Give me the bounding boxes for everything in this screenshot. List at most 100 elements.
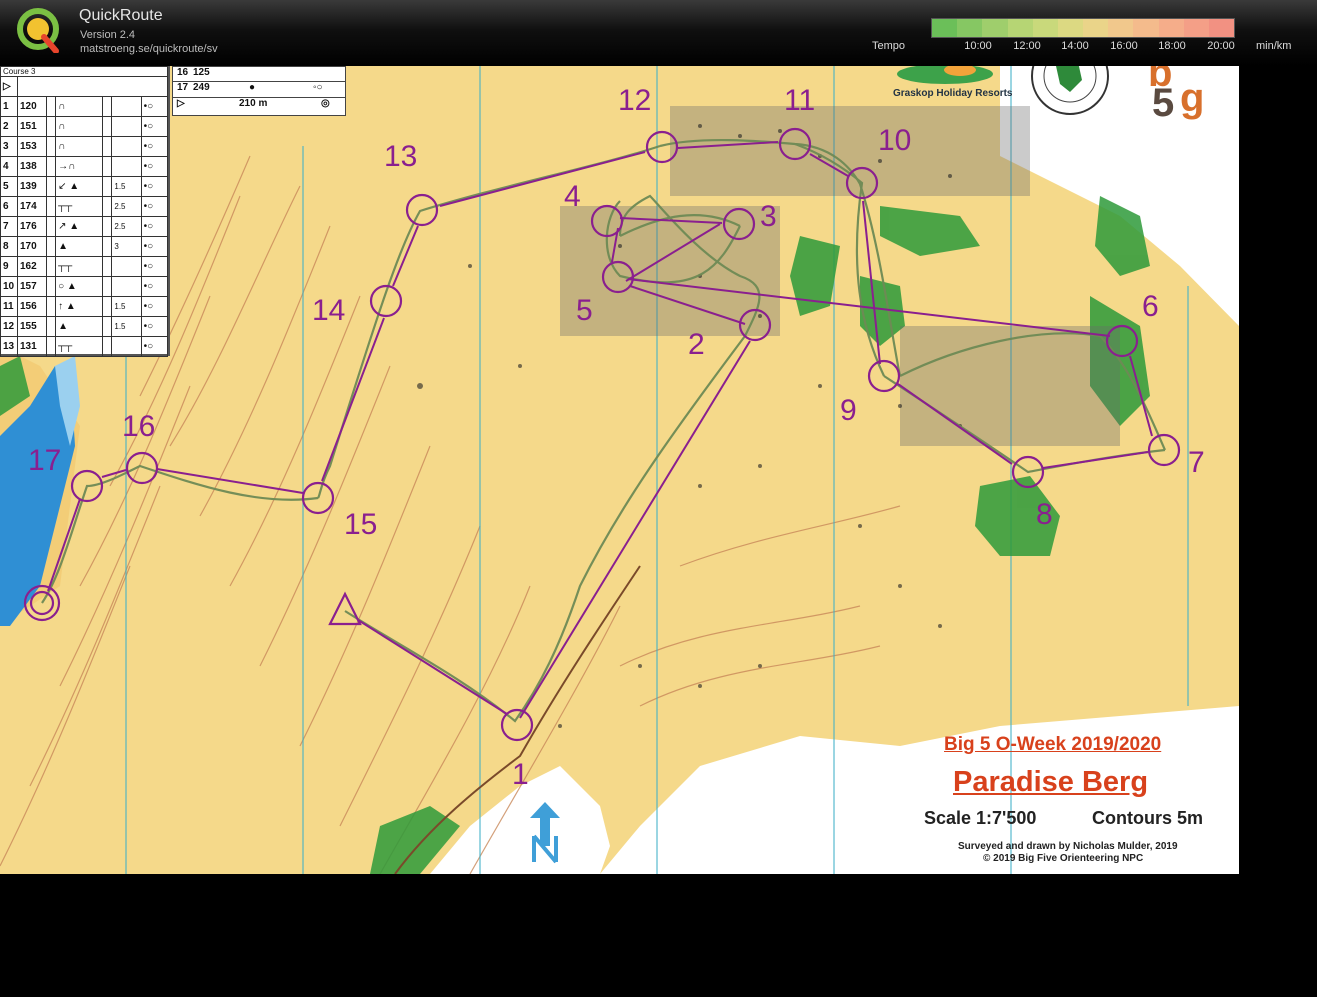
control-dimension: 2.5 — [111, 216, 142, 237]
control-description-row: 10 157 ○ ▲ •○ — [0, 276, 169, 297]
control-description-row: 6 174 ┬┬ 2.5 •○ — [0, 196, 169, 217]
tempo-swatch — [932, 19, 958, 37]
control-feature-icon: ∩ — [55, 116, 104, 137]
control-direction — [45, 96, 57, 117]
orienteering-map[interactable]: 1 2 3 4 5 6 7 8 9 10 11 12 13 14 15 16 1… — [0, 66, 1239, 874]
control-number-10: 10 — [878, 124, 911, 157]
app-version: Version 2.4 — [80, 29, 136, 41]
control-description-row: 2 151 ∩ •○ — [0, 116, 169, 137]
control-direction — [45, 196, 57, 217]
finish-distance: 210 m — [239, 98, 268, 109]
tempo-tick: 18:00 — [1158, 40, 1186, 52]
control-appearance — [102, 316, 113, 337]
control-location-icon: •○ — [140, 336, 169, 357]
sponsor-name: Graskop Holiday Resorts — [893, 88, 1013, 99]
tempo-tick: 12:00 — [1013, 40, 1041, 52]
control-code: 139 — [17, 176, 47, 197]
app-title: QuickRoute — [79, 7, 163, 24]
control-description-row: 1 120 ∩ •○ — [0, 96, 169, 117]
control-direction — [45, 236, 57, 257]
finish-circle-icon: ◦○ — [313, 82, 323, 93]
control-appearance — [102, 196, 113, 217]
control-description-row: 4 138 →∩ •○ — [0, 156, 169, 177]
control-direction — [45, 316, 57, 337]
control-direction — [45, 136, 57, 157]
control-code: 170 — [17, 236, 47, 257]
control-order: 9 — [0, 256, 18, 277]
tempo-swatch — [957, 19, 983, 37]
control-order: 1 — [0, 96, 18, 117]
control-dimension — [111, 116, 142, 137]
control-description-row: 8 170 ▲ 3 •○ — [0, 236, 169, 257]
tempo-tick: 20:00 — [1207, 40, 1235, 52]
tempo-label: Tempo — [872, 40, 906, 52]
control-dimension — [111, 96, 142, 117]
tempo-swatch — [1083, 19, 1109, 37]
control-location-icon: •○ — [140, 256, 169, 277]
map-scale: Scale 1:7'500 — [924, 808, 1037, 828]
control-location-icon: •○ — [140, 296, 169, 317]
control-dimension — [111, 156, 142, 177]
control-location-icon: •○ — [140, 216, 169, 237]
tempo-color-scale — [931, 18, 1235, 38]
control-location-icon: •○ — [140, 96, 169, 117]
tempo-swatch — [982, 19, 1008, 37]
svg-text:5: 5 — [1152, 81, 1174, 125]
tempo-swatch — [1158, 19, 1184, 37]
control-number-3: 3 — [760, 200, 777, 233]
control-order: 4 — [0, 156, 18, 177]
control-feature-icon: ┬┬ — [55, 196, 104, 217]
control-order: 8 — [0, 236, 18, 257]
tempo-tick: 16:00 — [1110, 40, 1138, 52]
control-order: 13 — [0, 336, 18, 357]
control-location-icon: •○ — [140, 236, 169, 257]
quickroute-logo-icon — [17, 8, 59, 53]
tempo-unit: min/km — [1256, 40, 1292, 52]
start-symbol-icon: ▷ — [0, 76, 18, 97]
control-number-11: 11 — [784, 84, 815, 117]
control-dimension: 2.5 — [111, 196, 142, 217]
control-feature-icon: ┬┬ — [55, 336, 104, 357]
control-direction — [45, 156, 57, 177]
control-location-icon: •○ — [140, 156, 169, 177]
control-appearance — [102, 96, 113, 117]
control-code: 155 — [17, 316, 47, 337]
control-description-row: 5 139 ↙ ▲ 1.5 •○ — [0, 176, 169, 197]
control-description-table: Course 3 ▷ 1 120 ∩ •○ 2 151 ∩ •○ 3 153 ∩ •○ 4 138 →∩ •○… — [0, 66, 169, 357]
control-feature-icon: ● — [249, 82, 256, 93]
tempo-swatch — [1057, 19, 1084, 37]
control-number-13: 13 — [384, 140, 417, 173]
control-feature-icon: ∩ — [55, 96, 104, 117]
control-number-4: 4 — [564, 180, 581, 213]
control-dimension — [111, 336, 142, 357]
control-direction — [45, 336, 57, 357]
control-feature-icon: ▲ — [55, 236, 104, 257]
control-location-icon: •○ — [140, 316, 169, 337]
control-code: 153 — [17, 136, 47, 157]
control-order: 5 — [0, 176, 18, 197]
tempo-swatch — [1032, 19, 1058, 37]
control-number-5: 5 — [576, 294, 593, 327]
control-order: 6 — [0, 196, 18, 217]
control-appearance — [102, 296, 113, 317]
control-dimension: 3 — [111, 236, 142, 257]
control-number-7: 7 — [1188, 446, 1205, 479]
control-appearance — [102, 236, 113, 257]
control-dimension — [111, 256, 142, 277]
map-name: Paradise Berg — [953, 766, 1149, 798]
control-order: 7 — [0, 216, 18, 237]
control-number-8: 8 — [1036, 498, 1053, 531]
control-code: 138 — [17, 156, 47, 177]
control-number-17: 17 — [28, 444, 61, 477]
control-feature-icon: ▲ — [55, 316, 104, 337]
control-direction — [45, 256, 57, 277]
control-location-icon: •○ — [140, 116, 169, 137]
legend-finish-row: ▷ 210 m ◎ — [173, 97, 345, 114]
map-contours: Contours 5m — [1092, 808, 1204, 828]
control-code: 131 — [17, 336, 47, 357]
control-code: 151 — [17, 116, 47, 137]
control-order: 12 — [0, 316, 18, 337]
control-appearance — [102, 116, 113, 137]
tempo-tick: 14:00 — [1061, 40, 1089, 52]
control-feature-icon: ∩ — [55, 136, 104, 157]
